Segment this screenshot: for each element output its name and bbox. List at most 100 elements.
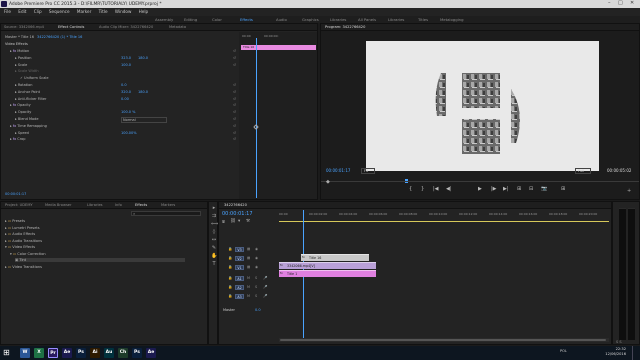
taskbar-clock[interactable]: 22:32 — [596, 347, 626, 351]
photoshop-icon[interactable]: Ps — [76, 348, 86, 358]
go-to-out-button[interactable]: ▶| — [503, 186, 509, 192]
effects-tree-item[interactable]: ▸ ▭ Audio Effects — [5, 232, 35, 236]
ec-timecode[interactable]: 00:00:01:17 — [5, 192, 26, 196]
tab-libraries[interactable]: Libraries — [87, 203, 103, 207]
tab-audio-clip-mixer[interactable]: Audio Clip Mixer: 3422766420 — [99, 25, 153, 29]
track-target-button[interactable]: V2 — [235, 256, 244, 261]
program-title[interactable]: Program: 3422766420 — [325, 25, 365, 29]
mark-out-button[interactable]: } — [421, 186, 424, 192]
tab-metadata[interactable]: Metadata — [169, 25, 186, 29]
effect-value[interactable]: 100.0 — [121, 63, 131, 67]
ec-playhead[interactable] — [256, 38, 257, 198]
razor-tool-icon[interactable]: ◊ — [211, 229, 217, 235]
effect-row[interactable]: ▸ fx Crop — [10, 137, 25, 141]
sync-lock-icon[interactable]: ▦ — [247, 265, 250, 269]
menu-help[interactable]: Help — [139, 9, 149, 14]
menu-window[interactable]: Window — [115, 9, 132, 14]
mute-icon[interactable]: M — [247, 276, 250, 280]
workspace-effects[interactable]: Effects — [240, 17, 253, 22]
effects-search-input[interactable]: ⌕ — [131, 211, 201, 216]
voiceover-record-icon[interactable]: 🎤 — [263, 276, 267, 280]
mute-icon[interactable]: M — [247, 285, 250, 289]
reset-icon[interactable]: ↺ — [233, 110, 236, 114]
word-icon[interactable]: W — [20, 348, 30, 358]
character-animator-icon[interactable]: Ch — [118, 348, 128, 358]
linked-selection-icon[interactable]: ⛓ — [230, 219, 236, 224]
close-button[interactable]: ✕ — [630, 0, 634, 6]
meter-solo-icon[interactable]: S S — [616, 340, 622, 344]
effect-value[interactable]: 323.0 — [121, 56, 131, 60]
tab-sequence[interactable]: 3422766420 — [224, 203, 247, 207]
workspace-editing[interactable]: Editing — [184, 17, 197, 22]
voiceover-record-icon[interactable]: 🎤 — [263, 294, 267, 298]
effect-value-2[interactable]: 180.0 — [138, 56, 148, 60]
reset-icon[interactable]: ↺ — [233, 63, 236, 67]
workspace-titles[interactable]: Titles — [418, 17, 428, 22]
premiere-icon[interactable]: Pr — [48, 348, 58, 358]
mark-in-button[interactable]: { — [409, 186, 412, 192]
master-clip-label[interactable]: Master * Title 16 — [5, 35, 34, 39]
voiceover-record-icon[interactable]: 🎤 — [263, 285, 267, 289]
tab-effects[interactable]: Effects — [135, 203, 147, 207]
effect-row[interactable]: ▸ Anchor Point — [15, 90, 40, 94]
tab-markers[interactable]: Markers — [161, 203, 175, 207]
tab-media-browser[interactable]: Media Browser — [45, 203, 72, 207]
mute-icon[interactable]: M — [247, 294, 250, 298]
maximize-button[interactable]: □ — [618, 0, 623, 6]
effects-tree-item[interactable]: ▾ ▭ Video Effects — [5, 245, 35, 249]
toggle-output-eye-icon[interactable]: ◉ — [255, 247, 258, 251]
track-target-button[interactable]: A1 — [235, 276, 244, 281]
selection-tool-icon[interactable]: ▸ — [211, 205, 217, 211]
track-lock-icon[interactable]: 🔒 — [228, 276, 232, 280]
effect-value[interactable]: 100.0 % — [121, 110, 135, 114]
sequence-clip-label[interactable]: 3422766420 (1) * Title 16 — [37, 35, 82, 39]
effect-row[interactable]: ▸ Anti-flicker Filter — [15, 97, 46, 101]
toggle-output-eye-icon[interactable]: ◉ — [255, 265, 258, 269]
effects-tree-item[interactable]: ▾ ▭ Color Correction — [10, 252, 46, 256]
solo-icon[interactable]: S — [255, 294, 257, 298]
track-target-button[interactable]: A2 — [235, 285, 244, 290]
track-lock-icon[interactable]: 🔒 — [228, 294, 232, 298]
after-effects-2-icon[interactable]: Ae — [146, 348, 156, 358]
workspace-assembly[interactable]: Assembly — [155, 17, 173, 22]
effect-row[interactable]: ▸ Scale Width — [15, 69, 39, 73]
track-target-button[interactable]: V3 — [235, 247, 244, 252]
program-video-frame[interactable] — [366, 41, 599, 171]
menu-clip[interactable]: Clip — [34, 9, 42, 14]
program-timecode-left[interactable]: 00:00:01:17 — [326, 168, 350, 173]
reset-icon[interactable]: ↺ — [233, 131, 236, 135]
workspace-libraries[interactable]: Libraries — [330, 17, 346, 22]
effect-row[interactable]: ▸ Blend Mode — [15, 117, 39, 121]
reset-effect-icon[interactable]: ↺ — [233, 137, 236, 141]
track-lock-icon[interactable]: 🔒 — [228, 256, 232, 260]
extract-button[interactable]: ⊟ — [529, 186, 533, 192]
effect-row[interactable]: ▸ Rotation — [15, 83, 33, 87]
effects-tree-item[interactable]: ▸ ▭ Video Transitions — [5, 265, 42, 269]
effect-row[interactable]: ▸ Opacity — [15, 110, 31, 114]
effect-value[interactable]: 0.0 — [121, 83, 127, 87]
menu-marker[interactable]: Marker — [77, 9, 91, 14]
effect-value[interactable]: 0.00 — [121, 97, 129, 101]
effect-row[interactable]: ✓ Uniform Scale — [20, 76, 49, 80]
after-effects-icon[interactable]: Ae — [62, 348, 72, 358]
quality-dropdown[interactable]: Full — [575, 168, 592, 174]
effect-row[interactable]: ▸ Position — [15, 56, 32, 60]
effect-row[interactable]: ▸ fx Time Remapping — [10, 124, 47, 128]
export-frame-button[interactable]: 📷 — [541, 186, 547, 192]
blend-mode-dropdown[interactable]: Normal — [121, 116, 167, 123]
track-lock-icon[interactable]: 🔒 — [228, 285, 232, 289]
pen-tool-icon[interactable]: ✎ — [211, 245, 217, 251]
tab-info[interactable]: Info — [115, 203, 122, 207]
ec-clip-bar[interactable]: Title 16 — [241, 45, 316, 50]
keyframe-icon[interactable] — [253, 124, 259, 130]
photoshop-2-icon[interactable]: Ps — [132, 348, 142, 358]
step-forward-button[interactable]: |▶ — [491, 186, 497, 192]
track-target-button[interactable]: A3 — [235, 294, 244, 299]
effect-row[interactable]: ▸ fx Opacity — [10, 103, 31, 107]
menu-edit[interactable]: Edit — [18, 9, 26, 14]
effect-row[interactable]: ▸ Speed — [15, 131, 29, 135]
effects-tree-item[interactable]: ▸ ▭ Presets — [5, 219, 25, 223]
menu-sequence[interactable]: Sequence — [49, 9, 70, 14]
effect-value[interactable]: 100.00% — [121, 131, 137, 135]
reset-icon[interactable]: ↺ — [233, 83, 236, 87]
